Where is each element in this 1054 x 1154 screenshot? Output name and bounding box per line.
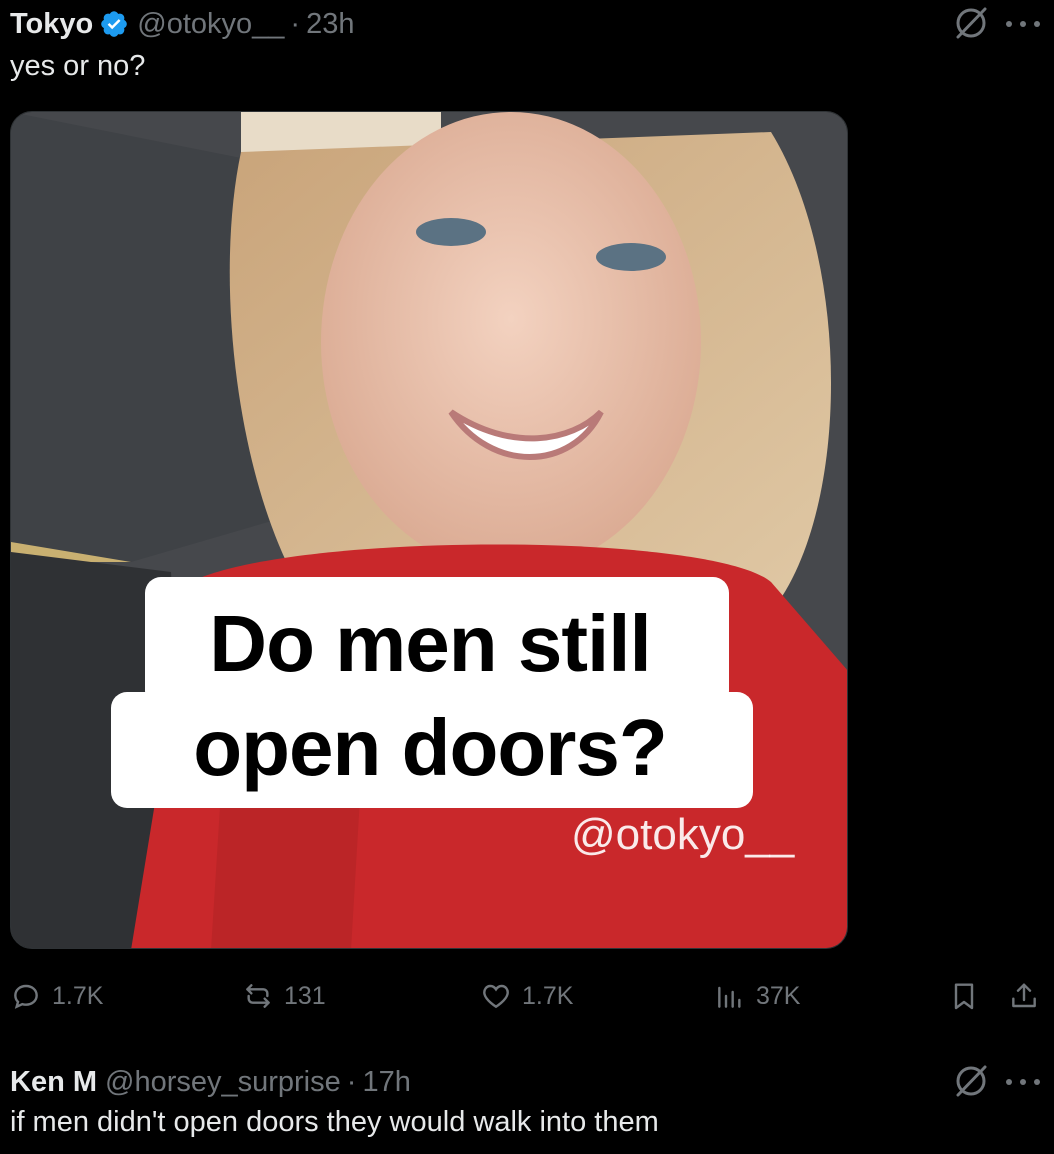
repost-count: 131: [284, 981, 326, 1010]
reply-icon: [14, 984, 38, 1009]
tweet-image[interactable]: Do men still open doors? @otokyo__: [10, 111, 848, 949]
repost-icon: [246, 984, 270, 1008]
reply-author-name[interactable]: Ken M: [10, 1066, 97, 1099]
reply-timestamp[interactable]: 17h: [362, 1066, 410, 1099]
author-name[interactable]: Tokyo: [10, 8, 93, 41]
view-count: 37K: [756, 981, 801, 1010]
timestamp[interactable]: 23h: [306, 8, 354, 41]
like-icon: [483, 984, 509, 1009]
tweet-header: Tokyo @otokyo__ · 23h: [10, 4, 354, 44]
image-caption: Do men still open doors?: [193, 599, 667, 792]
like-button[interactable]: 1.7K: [480, 972, 573, 1020]
share-icon: [1012, 983, 1036, 1008]
reply-author-handle[interactable]: @horsey_surprise: [105, 1066, 341, 1099]
separator: ·: [346, 1065, 357, 1098]
more-icon[interactable]: [1006, 1075, 1040, 1089]
bookmark-button[interactable]: [948, 972, 990, 1020]
more-icon[interactable]: [1006, 17, 1040, 31]
separator: ·: [290, 7, 301, 40]
repost-button[interactable]: 131: [242, 972, 326, 1020]
reply-count: 1.7K: [52, 981, 104, 1010]
reply-text: if men didn't open doors they would walk…: [10, 1106, 659, 1138]
views-icon: [718, 986, 741, 1008]
views-button[interactable]: 37K: [714, 972, 800, 1020]
author-handle[interactable]: @otokyo__: [137, 8, 284, 41]
verified-badge-icon: [101, 11, 128, 37]
grok-icon[interactable]: [952, 1062, 990, 1100]
action-bar: 1.7K 131 1.7K 37K: [0, 972, 1054, 1020]
like-count: 1.7K: [522, 981, 574, 1010]
tweet-text: yes or no?: [10, 50, 146, 82]
grok-icon[interactable]: [952, 4, 990, 42]
share-button[interactable]: [1008, 972, 1050, 1020]
bookmark-icon: [954, 983, 974, 1010]
image-watermark: @otokyo__: [571, 810, 795, 859]
reply-button[interactable]: 1.7K: [10, 972, 103, 1020]
reply-header: Ken M @horsey_surprise · 17h: [10, 1062, 411, 1102]
